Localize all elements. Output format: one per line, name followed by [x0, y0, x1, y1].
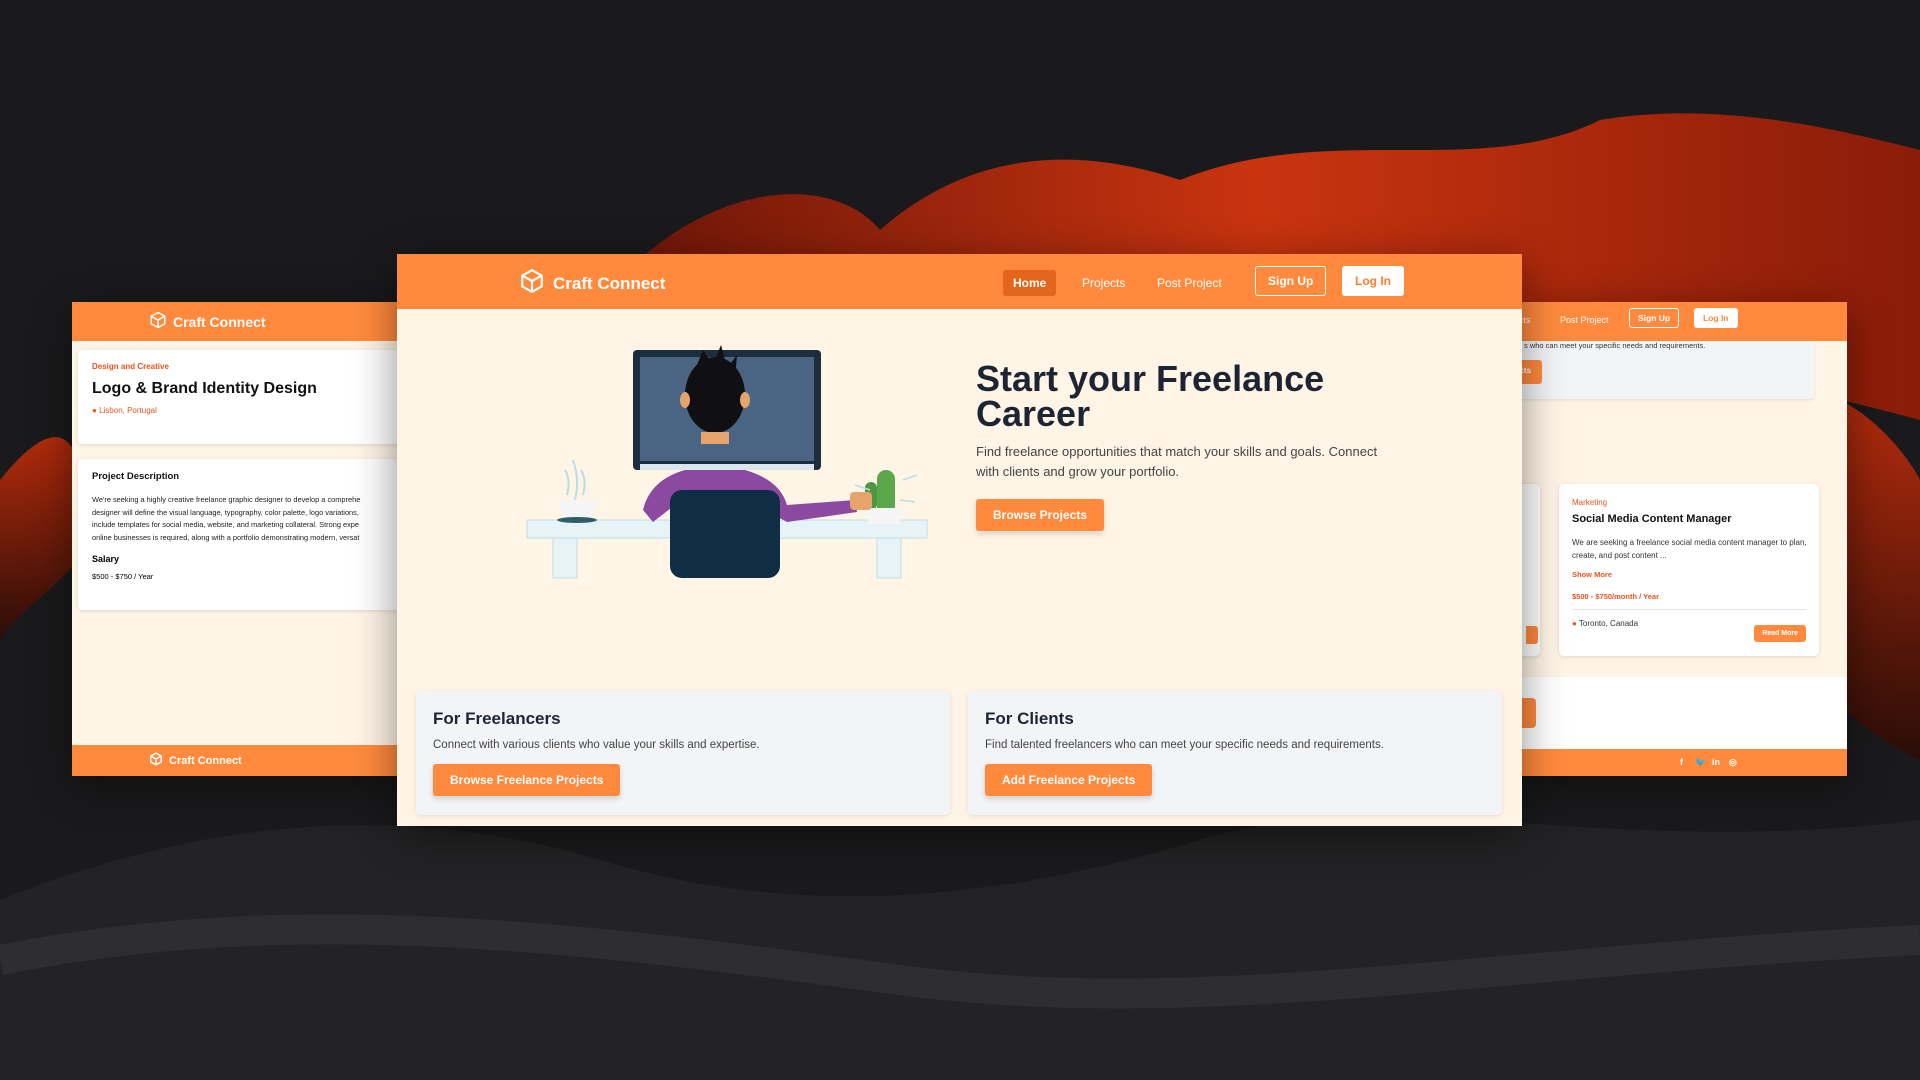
job-pay: $500 - $750/month / Year — [1572, 592, 1659, 601]
add-freelance-projects-button[interactable]: Add Freelance Projects — [985, 764, 1153, 796]
log-in-button[interactable]: Log In — [1342, 266, 1404, 296]
salary-label: Salary — [92, 554, 120, 564]
nav-home[interactable]: Home — [1003, 270, 1057, 296]
left-navbar: Craft Connect — [72, 302, 397, 341]
right-white-section — [1522, 677, 1847, 749]
cube-logo-icon — [149, 752, 163, 769]
project-location: ● Lisbon, Portugal — [92, 406, 157, 415]
main-preview-window: Craft Connect Home Projects Post Project… — [397, 254, 1522, 826]
hero-title: Start your Freelance Career — [976, 358, 1325, 434]
job-card: Marketing Social Media Content Manager W… — [1559, 484, 1819, 656]
freelancers-title: For Freelancers — [433, 709, 561, 728]
project-category: Design and Creative — [92, 362, 169, 371]
description-heading: Project Description — [92, 471, 180, 482]
left-footer: Craft Connect — [72, 745, 397, 776]
right-nav-projects[interactable]: cts — [1522, 315, 1531, 325]
right-clients-card-partial: s who can meet your specific needs and r… — [1522, 341, 1814, 399]
left-description-card: Project Description We're seeking a high… — [78, 459, 397, 610]
job-category: Marketing — [1572, 498, 1608, 507]
left-footer-brand[interactable]: Craft Connect — [169, 755, 242, 767]
right-log-in-button[interactable]: Log In — [1694, 308, 1738, 328]
left-project-header-card: Design and Creative Logo & Brand Identit… — [78, 350, 397, 444]
location-pin-icon: ● — [92, 406, 97, 415]
browse-freelance-projects-button[interactable]: Browse Freelance Projects — [433, 764, 621, 796]
salary-value: $500 - $750 / Year — [92, 572, 154, 581]
clients-text-partial: s who can meet your specific needs and r… — [1524, 341, 1706, 350]
job-card-partial — [1522, 484, 1540, 656]
brand-name: Craft Connect — [553, 273, 666, 293]
show-more-link[interactable]: Show More — [1572, 570, 1806, 579]
right-sign-up-button[interactable]: Sign Up — [1629, 308, 1680, 328]
clients-text: Find talented freelancers who can meet y… — [985, 739, 1384, 751]
add-projects-button-partial[interactable]: ects — [1522, 360, 1542, 384]
divider — [1572, 609, 1806, 610]
left-preview-window: Craft Connect Design and Creative Logo &… — [72, 302, 397, 776]
description-text: We're seeking a highly creative freelanc… — [92, 495, 361, 542]
clients-panel: For Clients Find talented freelancers wh… — [968, 691, 1502, 815]
main-navbar: Craft Connect Home Projects Post Project… — [397, 254, 1522, 309]
freelancer-illustration — [526, 345, 928, 579]
nav-post-project[interactable]: Post Project — [1147, 270, 1232, 296]
right-navbar: cts Post Project Sign Up Log In — [1522, 302, 1847, 341]
read-more-button[interactable]: Read More — [1754, 625, 1806, 642]
linkedin-icon[interactable]: in — [1712, 757, 1720, 767]
cube-logo-icon — [519, 268, 545, 299]
cube-logo-icon — [149, 311, 167, 332]
freelancers-text: Connect with various clients who value y… — [433, 739, 760, 751]
instagram-icon[interactable]: ◎ — [1729, 757, 1737, 768]
right-footer: f 🐦 in ◎ — [1522, 749, 1847, 776]
read-more-button-partial[interactable] — [1526, 626, 1538, 644]
sign-up-button[interactable]: Sign Up — [1255, 266, 1327, 296]
hero-subtitle: Find freelance opportunities that match … — [976, 444, 1378, 479]
brand-logo[interactable]: Craft Connect — [519, 268, 665, 299]
left-brand-name[interactable]: Craft Connect — [173, 314, 266, 330]
twitter-icon[interactable]: 🐦 — [1695, 757, 1706, 768]
project-title: Logo & Brand Identity Design — [92, 380, 317, 397]
nav-projects[interactable]: Projects — [1072, 270, 1135, 296]
facebook-icon[interactable]: f — [1680, 757, 1683, 767]
right-preview-window: cts Post Project Sign Up Log In s who ca… — [1522, 302, 1847, 776]
section-button-partial[interactable] — [1522, 698, 1536, 728]
browse-projects-button[interactable]: Browse Projects — [976, 499, 1105, 531]
freelancers-panel: For Freelancers Connect with various cli… — [416, 691, 950, 815]
location-pin-icon: ● — [1572, 619, 1577, 628]
clients-title: For Clients — [985, 709, 1074, 728]
job-description: We are seeking a freelance social media … — [1572, 538, 1807, 560]
job-title: Social Media Content Manager — [1572, 513, 1732, 525]
right-nav-post-project[interactable]: Post Project — [1560, 315, 1609, 325]
